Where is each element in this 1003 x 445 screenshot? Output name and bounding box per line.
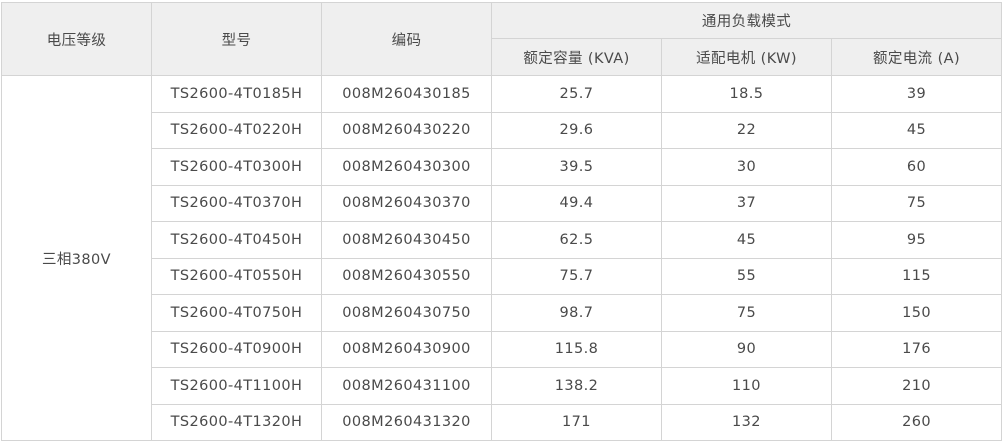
header-voltage: 电压等级 — [1, 2, 152, 76]
spec-table: 电压等级 型号 编码 通用负载模式 额定容量 (KVA) 适配电机 (KW) 额… — [1, 2, 1003, 441]
table-row: TS2600-4T1320H 008M260431320 171 132 260 — [2, 403, 1003, 441]
capacity-cell: 25.7 — [491, 75, 662, 113]
model-cell: TS2600-4T0550H — [151, 257, 322, 295]
header-group: 通用负载模式 — [490, 2, 1003, 39]
motor-cell: 37 — [661, 184, 832, 222]
header-model: 型号 — [151, 2, 322, 76]
model-cell: TS2600-4T0750H — [151, 294, 322, 332]
code-cell: 008M260431100 — [321, 367, 492, 405]
motor-cell: 45 — [661, 221, 832, 259]
current-cell: 176 — [830, 330, 1003, 368]
code-cell: 008M260430750 — [321, 294, 492, 332]
current-cell: 60 — [830, 148, 1003, 186]
motor-cell: 132 — [661, 403, 832, 441]
motor-cell: 55 — [661, 257, 832, 295]
capacity-cell: 138.2 — [491, 367, 662, 405]
table-row: 三相380V TS2600-4T0185H 008M260430185 25.7… — [1, 75, 1003, 441]
capacity-cell: 75.7 — [491, 257, 662, 295]
table-row: TS2600-4T0300H 008M260430300 39.5 30 60 — [2, 148, 1003, 186]
current-cell: 39 — [830, 75, 1003, 113]
model-cell: TS2600-4T0450H — [151, 221, 322, 259]
code-cell: 008M260430550 — [321, 257, 492, 295]
header-motor: 适配电机 (KW) — [661, 38, 832, 76]
model-cell: TS2600-4T0900H — [151, 330, 322, 368]
current-cell: 45 — [830, 111, 1003, 149]
motor-cell: 75 — [661, 294, 832, 332]
header-row-1: 电压等级 型号 编码 通用负载模式 — [1, 2, 1003, 76]
table-row: TS2600-4T0550H 008M260430550 75.7 55 115 — [2, 257, 1003, 295]
motor-cell: 18.5 — [661, 75, 832, 113]
current-cell: 95 — [830, 221, 1003, 259]
header-capacity: 额定容量 (KVA) — [491, 38, 662, 76]
code-cell: 008M260430900 — [321, 330, 492, 368]
capacity-cell: 29.6 — [491, 111, 662, 149]
table-row: TS2600-4T0900H 008M260430900 115.8 90 17… — [2, 330, 1003, 368]
capacity-cell: 98.7 — [491, 294, 662, 332]
model-cell: TS2600-4T0300H — [151, 148, 322, 186]
table-row: TS2600-4T0370H 008M260430370 49.4 37 75 — [2, 184, 1003, 222]
capacity-cell: 171 — [491, 403, 662, 441]
model-cell: TS2600-4T0370H — [151, 184, 322, 222]
header-code: 编码 — [321, 2, 492, 76]
current-cell: 75 — [830, 184, 1003, 222]
current-cell: 115 — [830, 257, 1003, 295]
capacity-cell: 115.8 — [491, 330, 662, 368]
current-cell: 260 — [830, 403, 1003, 441]
table-row: TS2600-4T0750H 008M260430750 98.7 75 150 — [2, 294, 1003, 332]
voltage-cell: 三相380V — [1, 75, 152, 441]
model-cell: TS2600-4T0220H — [151, 111, 322, 149]
model-cell: TS2600-4T1320H — [151, 403, 322, 441]
current-cell: 210 — [830, 367, 1003, 405]
table-row: TS2600-4T1100H 008M260431100 138.2 110 2… — [2, 367, 1003, 405]
table-row: TS2600-4T0220H 008M260430220 29.6 22 45 — [2, 111, 1003, 149]
motor-cell: 22 — [661, 111, 832, 149]
header-current: 额定电流 (A) — [830, 38, 1003, 76]
table-row: TS2600-4T0450H 008M260430450 62.5 45 95 — [2, 221, 1003, 259]
capacity-cell: 49.4 — [491, 184, 662, 222]
code-cell: 008M260431320 — [321, 403, 492, 441]
code-cell: 008M260430300 — [321, 148, 492, 186]
motor-cell: 110 — [661, 367, 832, 405]
table-body: 三相380V TS2600-4T0185H 008M260430185 25.7… — [1, 75, 1003, 441]
code-cell: 008M260430185 — [321, 75, 492, 113]
model-cell: TS2600-4T1100H — [151, 367, 322, 405]
capacity-cell: 62.5 — [491, 221, 662, 259]
code-cell: 008M260430220 — [321, 111, 492, 149]
code-cell: 008M260430370 — [321, 184, 492, 222]
current-cell: 150 — [830, 294, 1003, 332]
motor-cell: 30 — [661, 148, 832, 186]
motor-cell: 90 — [661, 330, 832, 368]
model-cell: TS2600-4T0185H — [151, 75, 322, 113]
code-cell: 008M260430450 — [321, 221, 492, 259]
table-header: 电压等级 型号 编码 通用负载模式 额定容量 (KVA) 适配电机 (KW) 额… — [1, 2, 1003, 76]
capacity-cell: 39.5 — [491, 148, 662, 186]
